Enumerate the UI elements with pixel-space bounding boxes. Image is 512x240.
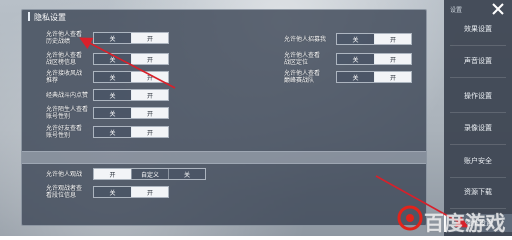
side-item-control-settings[interactable]: 操作设置 (444, 87, 512, 105)
divider (450, 77, 506, 78)
baidu-watermark-logo-icon (397, 205, 423, 231)
setting-label: 允许观战者查 看段位信息 (46, 185, 83, 199)
settings-side-menu: 设置 效果设置 声音设置 操作设置 录像设置 账户安全 资源下载 隐私设置 (444, 0, 512, 236)
option-on[interactable]: 开 (131, 90, 168, 100)
option-on[interactable]: 开 (131, 33, 168, 43)
setting-history-record: 允许他人查看 历史战绩 关 开 (46, 31, 169, 45)
divider (450, 45, 506, 46)
section-divider (22, 151, 426, 164)
side-item-sound-settings[interactable]: 声音设置 (444, 52, 512, 70)
option-off[interactable]: 关 (94, 187, 131, 197)
option-custom[interactable]: 自定义 (131, 169, 168, 179)
divider (450, 177, 506, 178)
watermark-text: 百度游戏 (424, 211, 506, 235)
option-on[interactable]: 开 (131, 187, 168, 197)
option-off[interactable]: 关 (337, 72, 374, 82)
setting-recruit-me: 允许他人招募我 关 开 (284, 33, 412, 45)
toggle-group: 开 自定义 关 (93, 168, 206, 180)
option-off[interactable]: 关 (94, 54, 131, 64)
setting-receive-recommendation: 允许接收风战 推荐 关 开 (46, 70, 169, 84)
privacy-settings-panel: 隐私设置 允许他人查看 历史战绩 关 开 允许他人查看 战区榜信息 关 开 允许… (21, 9, 427, 226)
option-off[interactable]: 关 (94, 108, 131, 118)
toggle-group: 关 开 (336, 53, 412, 65)
option-off[interactable]: 关 (94, 72, 131, 82)
setting-spectator-view-rank: 允许观战者查 看段位信息 关 开 (46, 185, 169, 199)
setting-zone-location: 允许他人查看 战区定位 关 开 (284, 52, 412, 66)
side-item-resource-download[interactable]: 资源下载 (444, 183, 512, 201)
setting-zone-ranking: 允许他人查看 战区榜信息 关 开 (46, 52, 169, 66)
option-on[interactable]: 开 (131, 54, 168, 64)
setting-friend-view-gender: 允许好友查看 账号性别 关 开 (46, 125, 169, 139)
toggle-group: 关 开 (93, 53, 169, 65)
option-off[interactable]: 关 (94, 127, 131, 137)
toggle-group: 关 开 (93, 32, 169, 44)
toggle-group: 关 开 (336, 33, 412, 45)
divider (450, 144, 506, 145)
setting-peak-team: 允许他人查看 巅峰赛战队 关 开 (284, 70, 412, 84)
setting-label: 允许好友查看 账号性别 (46, 125, 83, 139)
setting-stranger-view-gender: 允许陌生人查看 账号性别 关 开 (46, 106, 169, 120)
title-accent-bar (28, 12, 30, 21)
setting-label: 允许他人观战 (46, 170, 83, 178)
side-item-effect-settings[interactable]: 效果设置 (444, 20, 512, 38)
option-on[interactable]: 开 (131, 72, 168, 82)
setting-label: 允许他人招募我 (284, 35, 327, 43)
toggle-group: 关 开 (93, 107, 169, 119)
setting-label: 允许陌生人查看 账号性别 (46, 106, 89, 120)
side-menu-header: 设置 (450, 7, 463, 14)
divider (450, 112, 506, 113)
option-on[interactable]: 开 (374, 34, 411, 44)
option-on[interactable]: 开 (94, 169, 131, 179)
side-item-account-security[interactable]: 账户安全 (444, 152, 512, 170)
toggle-group: 关 开 (336, 71, 412, 83)
option-on[interactable]: 开 (374, 54, 411, 64)
setting-label: 经典战斗内点赞 (46, 91, 89, 99)
option-off[interactable]: 关 (337, 54, 374, 64)
option-on[interactable]: 开 (131, 108, 168, 118)
option-on[interactable]: 开 (374, 72, 411, 82)
toggle-group: 关 开 (93, 71, 169, 83)
game-background: 隐私设置 允许他人查看 历史战绩 关 开 允许他人查看 战区榜信息 关 开 允许… (0, 0, 512, 236)
setting-label: 允许他人查看 历史战绩 (46, 31, 83, 45)
setting-label: 允许他人查看 战区榜信息 (46, 52, 83, 66)
toggle-group: 关 开 (93, 89, 169, 101)
panel-title: 隐私设置 (34, 13, 66, 22)
setting-in-battle-like: 经典战斗内点赞 关 开 (46, 89, 169, 101)
setting-label: 允许他人查看 战区定位 (284, 52, 321, 66)
option-off[interactable]: 关 (337, 34, 374, 44)
toggle-group: 关 开 (93, 186, 169, 198)
toggle-group: 关 开 (93, 126, 169, 138)
setting-label: 允许接收风战 推荐 (46, 70, 83, 84)
option-off[interactable]: 关 (94, 90, 131, 100)
option-off[interactable]: 关 (94, 33, 131, 43)
side-item-replay-settings[interactable]: 录像设置 (444, 119, 512, 137)
option-off[interactable]: 关 (168, 169, 205, 179)
setting-label: 允许他人查看 巅峰赛战队 (284, 70, 321, 84)
option-on[interactable]: 开 (131, 127, 168, 137)
setting-allow-spectate: 允许他人观战 开 自定义 关 (46, 168, 206, 180)
close-icon[interactable] (490, 1, 506, 17)
